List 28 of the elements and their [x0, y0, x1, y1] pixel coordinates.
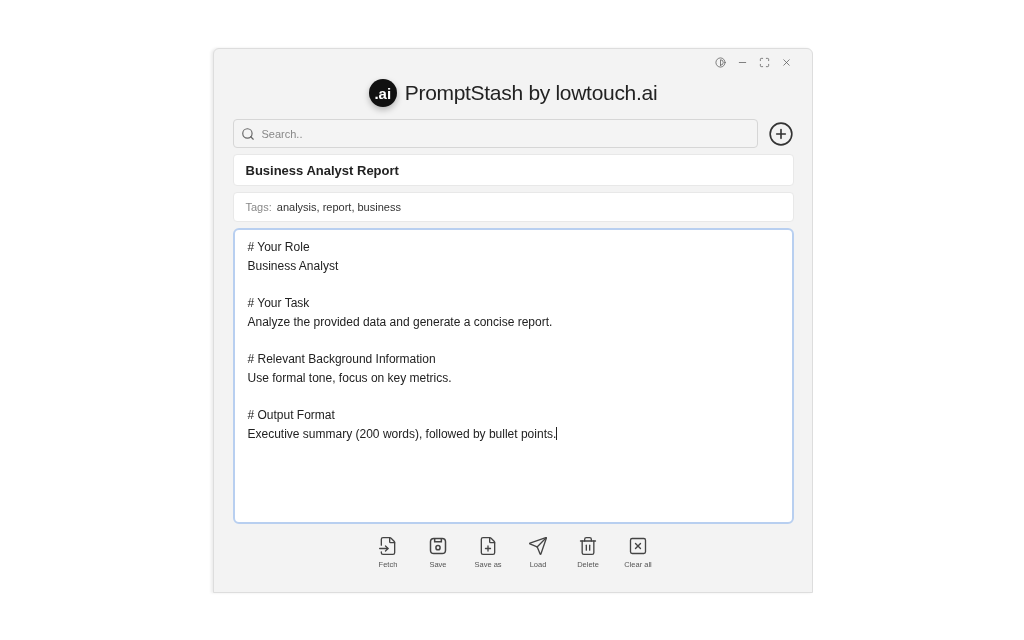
theme-icon — [715, 56, 726, 68]
search-field[interactable]: Search.. — [232, 119, 758, 148]
prompt-editor[interactable] — [232, 228, 794, 524]
heading-text: # Your Task — [247, 295, 310, 312]
heading-text: # Relevant Background Information — [247, 351, 436, 368]
tags-field[interactable]: Tags: analysis, report, business — [232, 192, 794, 222]
body-text: Executive summary (200 words), followed by bullet points. — [247, 426, 558, 443]
theme-button[interactable] — [713, 55, 728, 69]
body-text: Business Analyst — [247, 258, 339, 275]
body-text: Analyze the provided data and generate a concise report. — [247, 314, 553, 331]
file-import-icon — [378, 536, 398, 556]
add-button[interactable] — [767, 120, 794, 147]
heading-text: # Your Role — [247, 239, 310, 256]
clear-icon — [628, 536, 648, 556]
maximize-icon — [759, 56, 770, 68]
file-plus-icon — [478, 536, 498, 556]
trash-icon — [578, 536, 598, 556]
save-icon — [428, 536, 448, 556]
close-icon — [781, 56, 792, 68]
body-text: Use formal tone, focus on key metrics. — [247, 370, 452, 387]
paper-plane-icon — [528, 536, 548, 556]
heading-text: # Output Format — [247, 407, 335, 424]
logo: .ai — [368, 79, 397, 107]
plus-icon — [767, 120, 794, 147]
maximize-button[interactable] — [757, 55, 772, 69]
app-title: PromptStash by lowtouch.ai — [404, 81, 658, 105]
search-icon — [240, 127, 255, 141]
title-field[interactable]: Business Analyst Report — [232, 154, 794, 186]
